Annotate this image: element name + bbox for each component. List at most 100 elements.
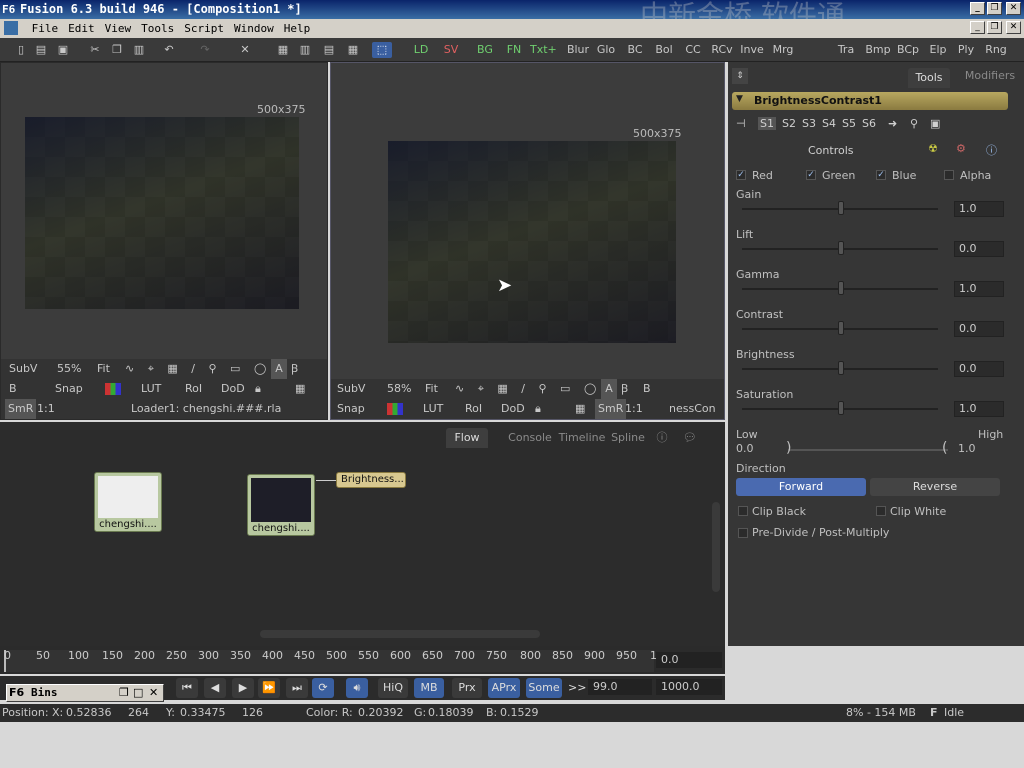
- right-subv-button[interactable]: SubV: [337, 379, 365, 399]
- delete-icon[interactable]: ✕: [238, 42, 252, 58]
- menu-file[interactable]: File: [27, 19, 64, 38]
- tab-modifiers[interactable]: Modifiers: [964, 66, 1016, 86]
- info-tool-icon[interactable]: ⓘ: [986, 142, 997, 158]
- mb-button[interactable]: MB: [414, 678, 444, 698]
- green-checkbox[interactable]: ✓: [806, 170, 816, 180]
- set-s5[interactable]: S5: [842, 117, 856, 130]
- tab-timeline[interactable]: Timeline: [558, 428, 606, 448]
- hiq-button[interactable]: HiQ: [378, 678, 408, 698]
- radioactive-icon[interactable]: ☢: [928, 142, 938, 155]
- right-zoom-value[interactable]: 58%: [387, 379, 411, 399]
- tool-inve-button[interactable]: Inve: [738, 42, 766, 58]
- tool-header[interactable]: ▼ BrightnessContrast1: [732, 92, 1008, 110]
- tool-cc-button[interactable]: CC: [682, 42, 704, 58]
- timeline-ruler[interactable]: 0 50 100 150 200 250 300 350 400 450 500…: [0, 646, 725, 674]
- menu-help[interactable]: Help: [279, 19, 316, 38]
- clip-black-checkbox[interactable]: [738, 506, 748, 516]
- gamma-knob[interactable]: [838, 281, 844, 295]
- doc-minimize-icon[interactable]: _: [970, 21, 985, 34]
- range-low-value[interactable]: 0.0: [736, 442, 754, 455]
- right-lut-button[interactable]: LUT: [423, 399, 443, 419]
- bins-restore-icon[interactable]: ❐: [119, 686, 129, 699]
- bins-maximize-icon[interactable]: □: [133, 686, 143, 699]
- right-a-icon[interactable]: A: [601, 379, 617, 399]
- doc-restore-icon[interactable]: ❐: [987, 21, 1002, 34]
- menu-tools[interactable]: Tools: [136, 19, 179, 38]
- left-fit-button[interactable]: Fit: [97, 359, 110, 379]
- fast-forward-icon[interactable]: ⏩: [258, 678, 280, 698]
- tool-mrg-button[interactable]: Mrg: [770, 42, 796, 58]
- layout-3-icon[interactable]: ▤: [322, 42, 336, 58]
- end-field[interactable]: 1000.0: [656, 679, 722, 695]
- copy-icon[interactable]: ❐: [110, 42, 124, 58]
- save-settings-icon[interactable]: ▣: [930, 117, 940, 130]
- collapse-icon[interactable]: ▼: [736, 94, 743, 104]
- brightness-knob[interactable]: [838, 361, 844, 375]
- undo-icon[interactable]: ↶: [162, 42, 176, 58]
- blue-checkbox[interactable]: ✓: [876, 170, 886, 180]
- range-high-handle[interactable]: (: [942, 440, 947, 456]
- pointer-icon[interactable]: ⬚: [372, 42, 392, 58]
- brightness-value[interactable]: 0.0: [954, 361, 1004, 377]
- cut-icon[interactable]: ✂: [88, 42, 102, 58]
- paste-icon[interactable]: ▥: [132, 42, 146, 58]
- red-checkbox[interactable]: ✓: [736, 170, 746, 180]
- saturation-value[interactable]: 1.0: [954, 401, 1004, 417]
- menu-view[interactable]: View: [100, 19, 137, 38]
- gamma-value[interactable]: 1.0: [954, 281, 1004, 297]
- right-rgb-icon[interactable]: [387, 403, 403, 415]
- loop-icon[interactable]: ⟳: [312, 678, 334, 698]
- toolbar-sv-button[interactable]: SV: [440, 42, 462, 58]
- minimize-icon[interactable]: _: [970, 2, 985, 15]
- right-viewer[interactable]: 500x375 ➤ SubV 58% Fit ∿ ⌖ ▦ ∕ ⚲ ▭ ◯ A Ꞵ…: [330, 62, 725, 420]
- flow-vscroll[interactable]: [712, 502, 720, 592]
- lift-knob[interactable]: [838, 241, 844, 255]
- close-icon[interactable]: ✕: [1006, 2, 1021, 15]
- toolbar-txt-button[interactable]: Txt+: [530, 42, 557, 58]
- toolbar-fn-button[interactable]: FN: [503, 42, 525, 58]
- right-roi-button[interactable]: RoI: [465, 399, 482, 419]
- restore-icon[interactable]: ❐: [987, 2, 1002, 15]
- tool-ply-button[interactable]: Ply: [954, 42, 978, 58]
- open-icon[interactable]: ▤: [34, 42, 48, 58]
- info-icon[interactable]: ⓘ: [654, 428, 670, 448]
- rewind-icon[interactable]: ⏮: [176, 678, 198, 698]
- aprx-button[interactable]: APrx: [488, 678, 520, 698]
- brightness-node[interactable]: Brightness...: [336, 472, 406, 488]
- arrow-icon[interactable]: ➜: [888, 117, 897, 130]
- left-ab-icon[interactable]: Ꞵ: [291, 359, 298, 379]
- left-viewer[interactable]: 500x375 SubV 55% Fit ∿ ⌖ ▦ ∕ ⚲ ▭ ◯ A Ꞵ B…: [0, 62, 328, 420]
- gain-value[interactable]: 1.0: [954, 201, 1004, 217]
- some-button[interactable]: Some: [526, 678, 562, 698]
- gear-icon[interactable]: ⚙: [956, 142, 966, 155]
- slider-brightness[interactable]: Brightness 0.0: [734, 348, 1014, 384]
- tool-glo-button[interactable]: Glo: [594, 42, 618, 58]
- set-s1[interactable]: S1: [758, 117, 776, 130]
- right-snap-button[interactable]: Snap: [337, 399, 365, 419]
- tool-elp-button[interactable]: Elp: [926, 42, 950, 58]
- layout-2-icon[interactable]: ▥: [298, 42, 312, 58]
- predivide-checkbox[interactable]: [738, 528, 748, 538]
- menu-window[interactable]: Window: [229, 19, 279, 38]
- range-low-handle[interactable]: ): [786, 440, 791, 456]
- range-high-value[interactable]: 1.0: [958, 442, 976, 455]
- toolbar-ld-button[interactable]: LD: [410, 42, 432, 58]
- left-b-button[interactable]: B: [9, 379, 17, 399]
- menu-edit[interactable]: Edit: [63, 19, 100, 38]
- tab-console[interactable]: Console: [506, 428, 554, 448]
- set-s3[interactable]: S3: [802, 117, 816, 130]
- tool-rng-button[interactable]: Rng: [982, 42, 1010, 58]
- slider-gamma[interactable]: Gamma 1.0: [734, 268, 1014, 304]
- tool-rcv-button[interactable]: RCv: [708, 42, 736, 58]
- new-icon[interactable]: ▯: [14, 42, 28, 58]
- set-s4[interactable]: S4: [822, 117, 836, 130]
- reverse-button[interactable]: Reverse: [870, 478, 1000, 496]
- left-roi-button[interactable]: RoI: [185, 379, 202, 399]
- tab-flow[interactable]: Flow: [446, 428, 488, 448]
- forward-button[interactable]: Forward: [736, 478, 866, 496]
- controls-label[interactable]: Controls: [808, 144, 854, 157]
- right-tools-icons[interactable]: ∿ ⌖ ▦ ∕ ⚲ ▭ ◯: [455, 379, 601, 399]
- tab-spline[interactable]: Spline: [610, 428, 646, 448]
- tool-tra-button[interactable]: Tra: [834, 42, 858, 58]
- right-fit-button[interactable]: Fit: [425, 379, 438, 399]
